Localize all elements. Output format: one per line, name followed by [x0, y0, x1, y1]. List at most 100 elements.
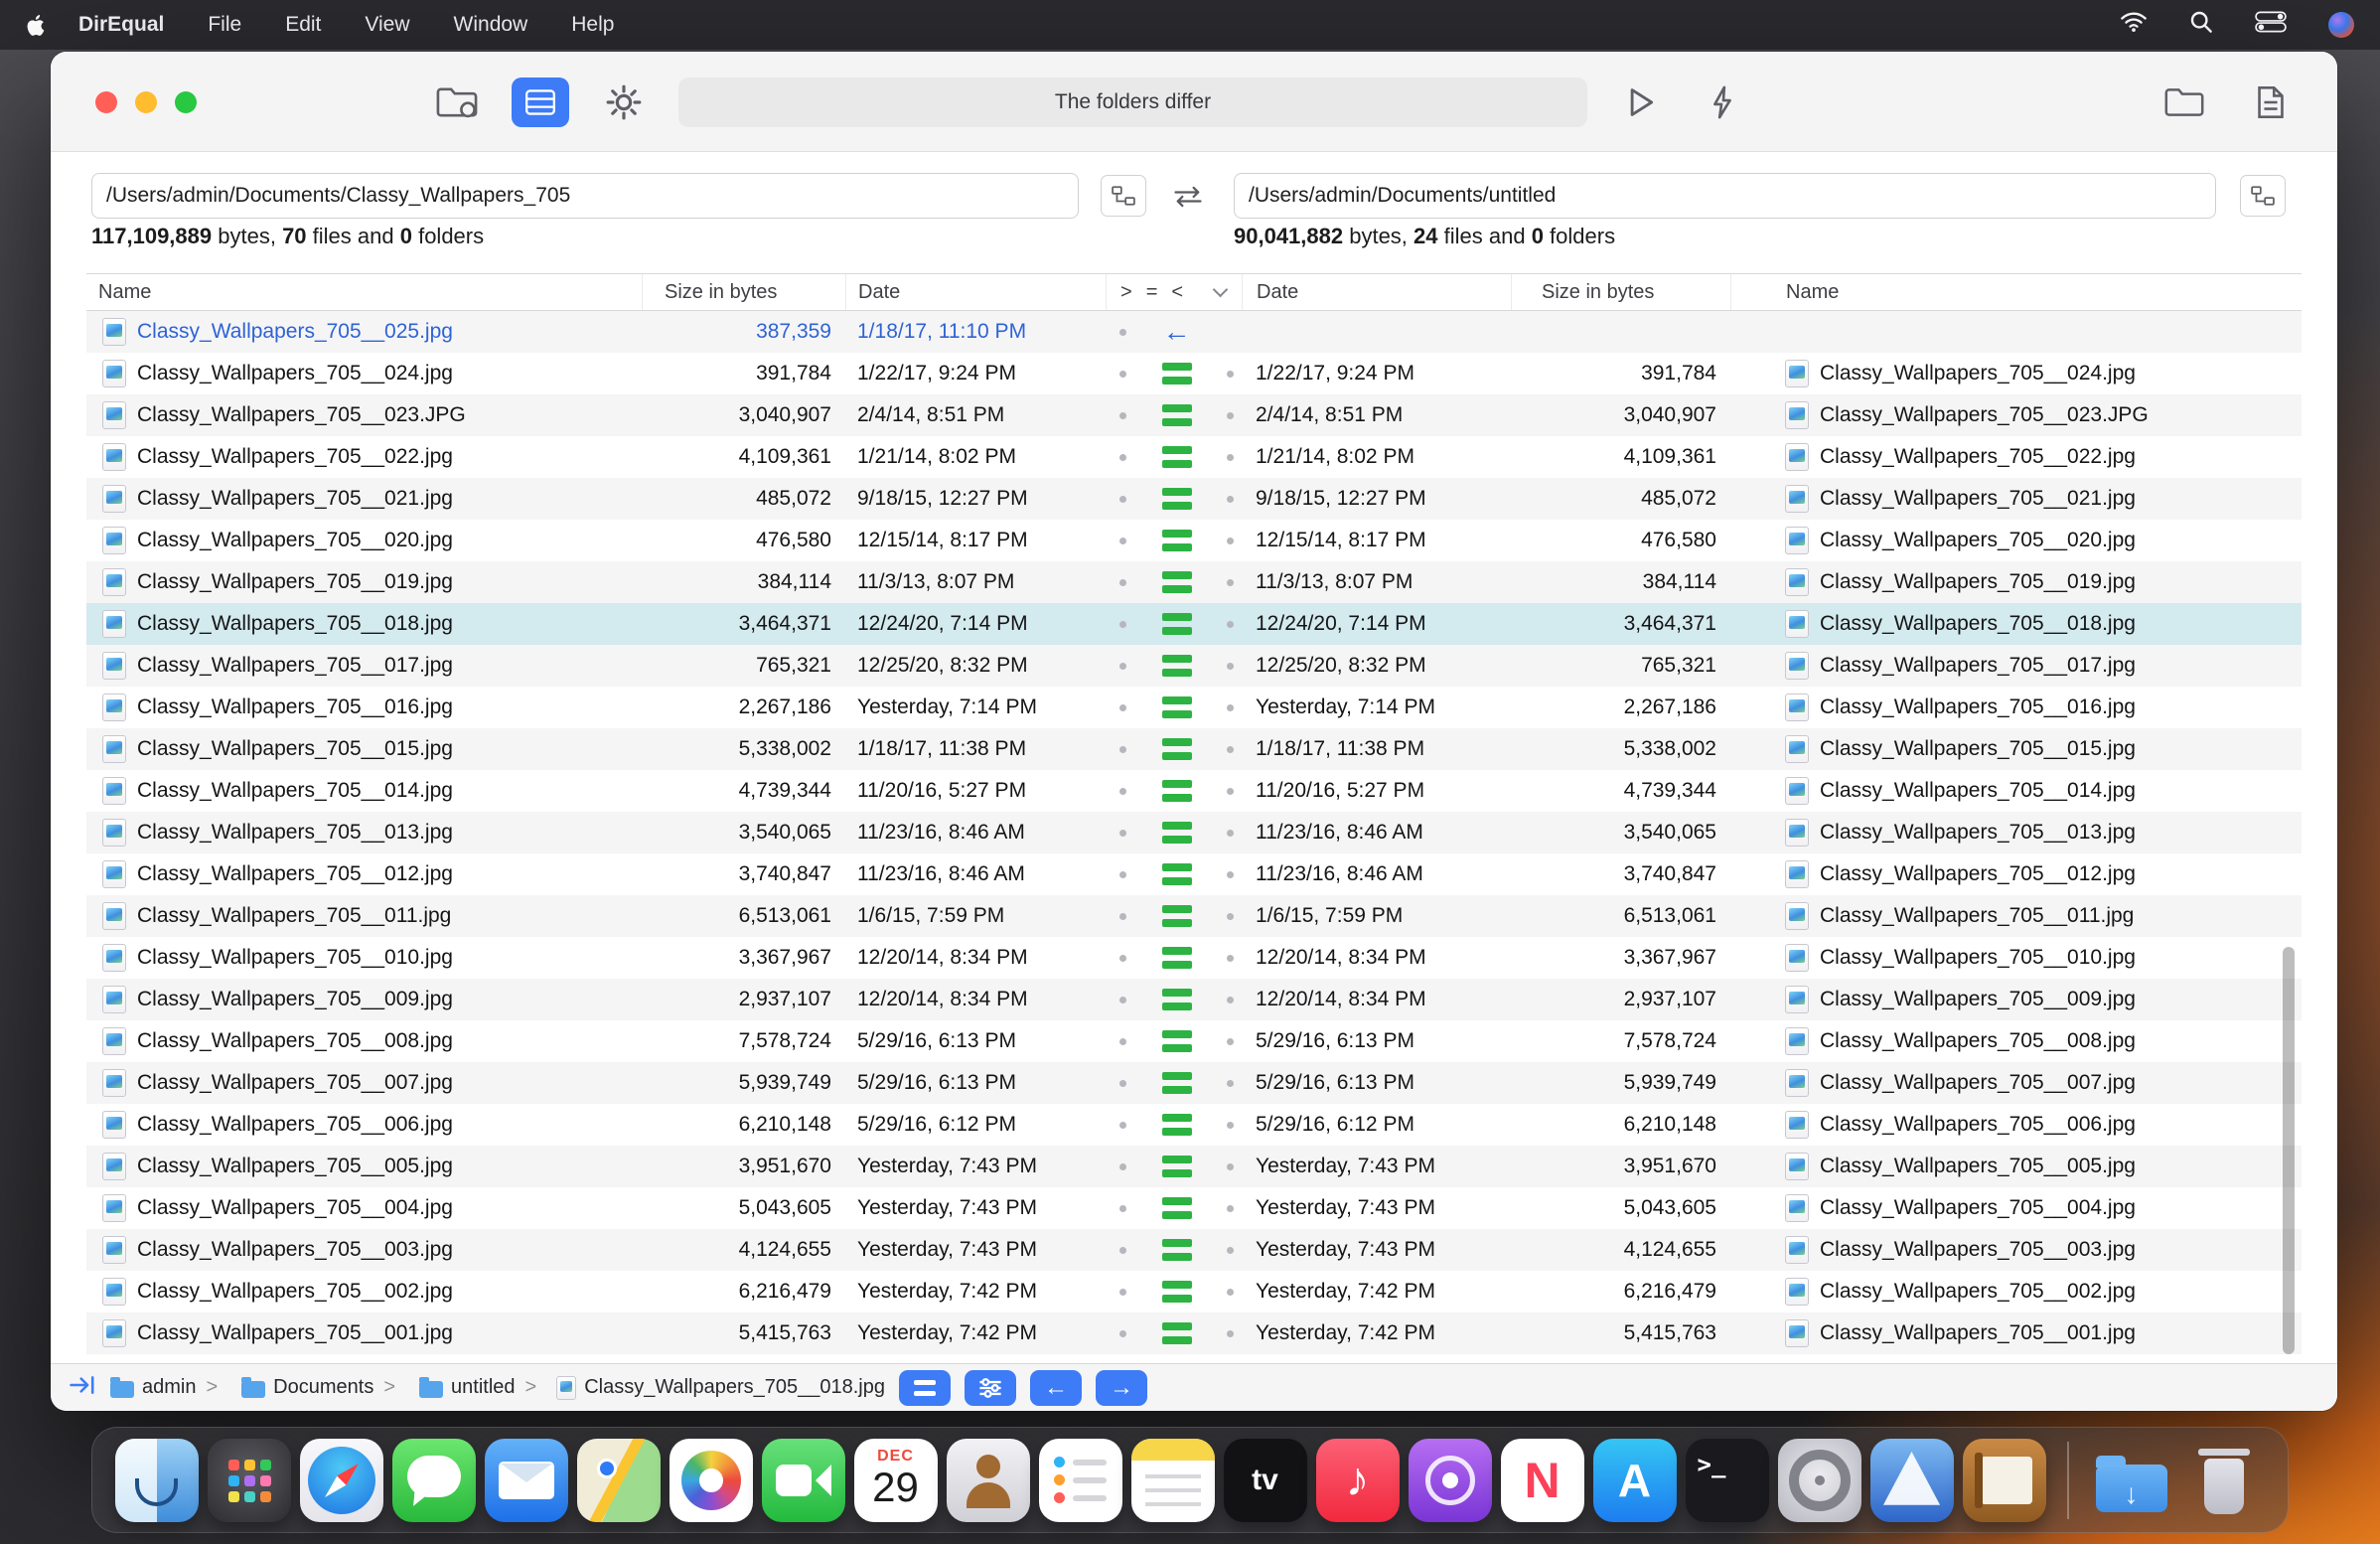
dock-item-podcasts-icon[interactable]	[1408, 1438, 1492, 1522]
table-row[interactable]: Classy_Wallpapers_705__007.jpg 5,939,749 5…	[86, 1062, 2302, 1104]
table-row[interactable]: Classy_Wallpapers_705__001.jpg 5,415,763 Y…	[86, 1312, 2302, 1354]
file-name-cell-right: Classy_Wallpapers_705__005.jpg	[1730, 1146, 2302, 1187]
dock-item-direqual-icon[interactable]	[1869, 1438, 1954, 1522]
dock-item-safari-icon[interactable]	[299, 1438, 383, 1522]
breadcrumb-item-documents[interactable]: Documents	[273, 1376, 373, 1399]
table-row[interactable]: Classy_Wallpapers_705__003.jpg 4,124,655 Y…	[86, 1229, 2302, 1271]
table-row[interactable]: Classy_Wallpapers_705__012.jpg 3,740,847 1…	[86, 853, 2302, 895]
table-row[interactable]: Classy_Wallpapers_705__016.jpg 2,267,186 Y…	[86, 687, 2302, 728]
menu-item-edit[interactable]: Edit	[285, 13, 321, 37]
header-date-right[interactable]: Date	[1242, 274, 1511, 310]
dock-item-music-icon[interactable]: ♪	[1315, 1438, 1400, 1522]
dot-icon	[1227, 495, 1234, 503]
close-button[interactable]	[95, 91, 117, 113]
header-size-left[interactable]: Size in bytes	[642, 274, 845, 310]
diff-status-cell	[1106, 478, 1242, 520]
dock-item-calendar-icon[interactable]: DEC 29	[853, 1438, 938, 1522]
dock-item-notes-icon[interactable]	[1130, 1438, 1215, 1522]
dock-item-finder-icon[interactable]	[114, 1438, 199, 1522]
dock-item-terminal-icon[interactable]: >_	[1685, 1438, 1769, 1522]
image-file-icon	[102, 1069, 126, 1097]
dock-item-maps-icon[interactable]	[576, 1438, 661, 1522]
menu-item-window[interactable]: Window	[454, 13, 528, 37]
file-name-cell: Classy_Wallpapers_705__013.jpg	[86, 812, 642, 853]
table-row[interactable]: Classy_Wallpapers_705__018.jpg 3,464,371 1…	[86, 603, 2302, 645]
chevron-down-icon[interactable]	[1212, 281, 1229, 298]
reveal-folder-button[interactable]	[2157, 77, 2212, 127]
dock-item-trash-icon[interactable]	[2182, 1439, 2266, 1522]
dock-item-launchpad-icon[interactable]	[207, 1438, 291, 1522]
left-path-field[interactable]	[91, 173, 1079, 219]
dock-item-photos-icon[interactable]	[669, 1438, 753, 1522]
table-row[interactable]: Classy_Wallpapers_705__021.jpg 485,072 9/1…	[86, 478, 2302, 520]
table-row[interactable]: Classy_Wallpapers_705__017.jpg 765,321 12/…	[86, 645, 2302, 687]
header-name-right[interactable]: Name	[1730, 274, 2302, 310]
menu-item-file[interactable]: File	[208, 13, 241, 37]
quick-sync-bolt-button[interactable]	[1698, 77, 1747, 127]
table-row[interactable]: Classy_Wallpapers_705__004.jpg 5,043,605 Y…	[86, 1187, 2302, 1229]
dock-item-mail-icon[interactable]	[484, 1438, 568, 1522]
browse-right-path-button[interactable]	[2240, 175, 2286, 217]
table-row[interactable]: Classy_Wallpapers_705__014.jpg 4,739,344 1…	[86, 770, 2302, 812]
right-path-field[interactable]	[1234, 173, 2216, 219]
table-row[interactable]: Classy_Wallpapers_705__022.jpg 4,109,361 1…	[86, 436, 2302, 478]
table-row[interactable]: Classy_Wallpapers_705__005.jpg 3,951,670 Y…	[86, 1146, 2302, 1187]
table-row[interactable]: Classy_Wallpapers_705__023.JPG 3,040,907 2…	[86, 394, 2302, 436]
dock-item-appstore-icon[interactable]: A	[1592, 1438, 1677, 1522]
table-row[interactable]: Classy_Wallpapers_705__020.jpg 476,580 12/…	[86, 520, 2302, 561]
next-difference-button[interactable]: →	[1096, 1369, 1147, 1406]
search-icon[interactable]	[2189, 10, 2213, 40]
table-row[interactable]: Classy_Wallpapers_705__013.jpg 3,540,065 1…	[86, 812, 2302, 853]
header-size-right[interactable]: Size in bytes	[1511, 274, 1730, 310]
zoom-button[interactable]	[175, 91, 197, 113]
filter-equal-button[interactable]	[899, 1369, 951, 1406]
header-diff-status[interactable]: > = <	[1106, 274, 1242, 310]
breadcrumb-item-untitled[interactable]: untitled	[451, 1376, 516, 1399]
diff-status-cell	[1106, 645, 1242, 687]
table-row[interactable]: Classy_Wallpapers_705__008.jpg 7,578,724 5…	[86, 1020, 2302, 1062]
dock-item-messages-icon[interactable]	[391, 1438, 476, 1522]
vertical-scrollbar[interactable]	[2283, 947, 2295, 1354]
menu-app-name[interactable]: DirEqual	[78, 13, 164, 37]
header-name-left[interactable]: Name	[86, 274, 642, 310]
dock-item-dictionary-icon[interactable]	[1962, 1438, 2046, 1522]
table-row[interactable]: Classy_Wallpapers_705__009.jpg 2,937,107 1…	[86, 979, 2302, 1020]
table-row[interactable]: Classy_Wallpapers_705__015.jpg 5,338,002 1…	[86, 728, 2302, 770]
breadcrumb-item-admin[interactable]: admin	[142, 1376, 196, 1399]
browse-left-path-button[interactable]	[1101, 175, 1146, 217]
settings-gear-icon[interactable]	[596, 77, 652, 127]
table-row[interactable]: Classy_Wallpapers_705__002.jpg 6,216,479 Y…	[86, 1271, 2302, 1312]
run-compare-button[interactable]	[1616, 77, 1666, 127]
dock-item-appletv-icon[interactable]: tv	[1223, 1438, 1307, 1522]
wifi-icon[interactable]	[2120, 11, 2148, 39]
report-document-button[interactable]	[2243, 77, 2299, 127]
dock-item-facetime-icon[interactable]	[761, 1438, 845, 1522]
file-name-cell: Classy_Wallpapers_705__005.jpg	[86, 1146, 642, 1187]
menu-item-view[interactable]: View	[365, 13, 409, 37]
table-row[interactable]: Classy_Wallpapers_705__024.jpg 391,784 1/2…	[86, 353, 2302, 394]
diff-status-cell	[1106, 1229, 1242, 1271]
jump-to-selection-icon[interactable]	[69, 1373, 96, 1403]
breadcrumb-item-file[interactable]: Classy_Wallpapers_705__018.jpg	[584, 1376, 885, 1399]
swap-paths-icon[interactable]	[1171, 183, 1205, 216]
list-view-button[interactable]	[512, 77, 569, 127]
dock-item-downloads-icon[interactable]: ↓	[2090, 1439, 2173, 1522]
header-date-left[interactable]: Date	[845, 274, 1106, 310]
dock-item-contacts-icon[interactable]	[946, 1438, 1030, 1522]
compare-folders-button[interactable]	[429, 77, 485, 127]
table-row[interactable]: Classy_Wallpapers_705__006.jpg 6,210,148 5…	[86, 1104, 2302, 1146]
dock-item-reminders-icon[interactable]	[1038, 1438, 1122, 1522]
control-center-icon[interactable]	[2255, 11, 2287, 39]
table-row[interactable]: Classy_Wallpapers_705__010.jpg 3,367,967 1…	[86, 937, 2302, 979]
minimize-button[interactable]	[135, 91, 157, 113]
dock-item-settings-icon[interactable]	[1777, 1438, 1861, 1522]
previous-difference-button[interactable]: ←	[1030, 1369, 1082, 1406]
dock-item-news-icon[interactable]: N	[1500, 1438, 1584, 1522]
siri-icon[interactable]	[2328, 12, 2354, 38]
apple-menu-icon[interactable]	[26, 14, 45, 37]
filter-tune-button[interactable]	[965, 1369, 1016, 1406]
table-row[interactable]: Classy_Wallpapers_705__019.jpg 384,114 11/…	[86, 561, 2302, 603]
table-row[interactable]: Classy_Wallpapers_705__025.jpg 387,359 1/1…	[86, 311, 2302, 353]
table-row[interactable]: Classy_Wallpapers_705__011.jpg 6,513,061 1…	[86, 895, 2302, 937]
menu-item-help[interactable]: Help	[571, 13, 614, 37]
